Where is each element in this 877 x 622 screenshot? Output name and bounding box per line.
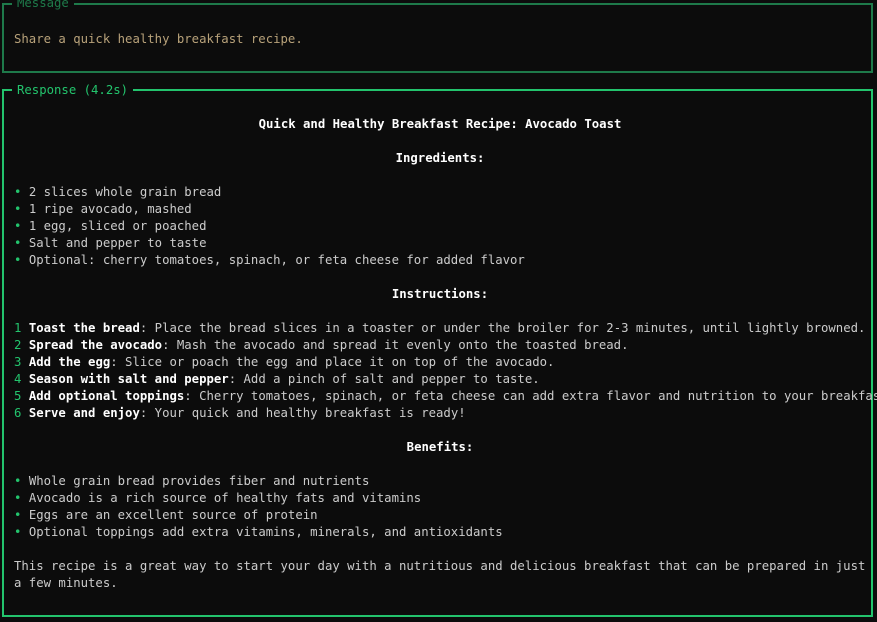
list-item: • Optional toppings add extra vitamins, … <box>14 525 503 539</box>
bullet-icon: • <box>14 185 22 199</box>
instruction-step: 1 Toast the bread: Place the bread slice… <box>14 321 866 335</box>
benefits-heading: Benefits: <box>406 440 474 454</box>
list-item: • Avocado is a rich source of healthy fa… <box>14 491 422 505</box>
instruction-step: 3 Add the egg: Slice or poach the egg an… <box>14 355 555 369</box>
closing-paragraph: This recipe is a great way to start your… <box>14 559 866 590</box>
instruction-step: 2 Spread the avocado: Mash the avocado a… <box>14 338 629 352</box>
bullet-icon: • <box>14 525 22 539</box>
list-item: • 1 egg, sliced or poached <box>14 219 207 233</box>
instruction-step: 6 Serve and enjoy: Your quick and health… <box>14 406 466 420</box>
message-text: Share a quick healthy breakfast recipe. <box>14 32 303 46</box>
list-item: • Eggs are an excellent source of protei… <box>14 508 318 522</box>
ingredients-heading: Ingredients: <box>395 151 485 165</box>
bullet-icon: • <box>14 474 22 488</box>
instructions-heading: Instructions: <box>391 287 489 301</box>
response-panel-title: Response (4.2s) <box>12 82 134 98</box>
bullet-icon: • <box>14 219 22 233</box>
list-item: • 2 slices whole grain bread <box>14 185 222 199</box>
bullet-icon: • <box>14 508 22 522</box>
list-item: • 1 ripe avocado, mashed <box>14 202 192 216</box>
list-item: • Whole grain bread provides fiber and n… <box>14 474 370 488</box>
recipe-title: Quick and Healthy Breakfast Recipe: Avoc… <box>258 117 622 131</box>
list-item: • Optional: cherry tomatoes, spinach, or… <box>14 253 525 267</box>
instruction-step: 5 Add optional toppings: Cherry tomatoes… <box>14 389 877 403</box>
response-content: Quick and Healthy Breakfast Recipe: Avoc… <box>14 116 877 592</box>
list-item: • Salt and pepper to taste <box>14 236 207 250</box>
message-panel-title: Message <box>12 0 74 11</box>
bullet-icon: • <box>14 253 22 267</box>
response-panel: Response (4.2s) Quick and Healthy Breakf… <box>2 82 877 617</box>
bullet-icon: • <box>14 491 22 505</box>
bullet-icon: • <box>14 202 22 216</box>
instruction-step: 4 Season with salt and pepper: Add a pin… <box>14 372 540 386</box>
bullet-icon: • <box>14 236 22 250</box>
message-panel: Message Share a quick healthy breakfast … <box>2 0 873 73</box>
